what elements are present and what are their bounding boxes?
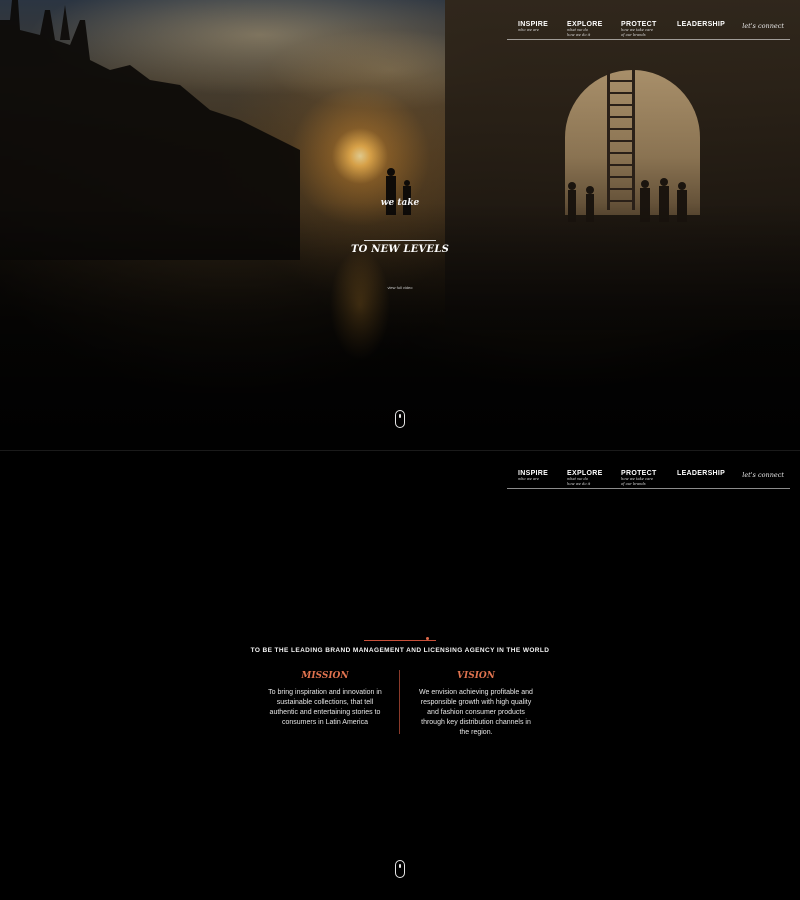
hero-section: we take TO NEW LEVELS view full video IN… bbox=[0, 0, 800, 450]
vision-text: We envision achieving profitable and res… bbox=[406, 688, 546, 738]
nav-label: PROTECT bbox=[621, 470, 657, 477]
accent-divider bbox=[364, 640, 436, 641]
accent-dot bbox=[426, 637, 429, 640]
nav-sub: of our brands bbox=[621, 482, 646, 486]
nav-item-leadership[interactable]: LEADERSHIP bbox=[677, 21, 725, 28]
mission-text: To bring inspiration and innovation in s… bbox=[255, 688, 395, 728]
mission-line: sustainable collections, that tell bbox=[276, 699, 374, 706]
nav-label: LEADERSHIP bbox=[677, 21, 726, 28]
vision-title: VISION bbox=[457, 671, 495, 681]
nav-label: PROTECT bbox=[621, 21, 657, 28]
mouse-scroll-icon[interactable] bbox=[395, 410, 405, 428]
vision-line: We envision achieving profitable and bbox=[419, 689, 533, 696]
nav-sub: who we are bbox=[518, 28, 540, 32]
nav-label: EXPLORE bbox=[567, 21, 603, 28]
lets-connect-link[interactable]: let's connect bbox=[742, 22, 784, 30]
vision-line: the region. bbox=[459, 729, 493, 736]
nav-divider bbox=[507, 488, 790, 489]
nav-item-inspire[interactable]: INSPIRE who we are bbox=[518, 470, 548, 482]
nav-sub: who we are bbox=[518, 477, 540, 481]
nav-label: INSPIRE bbox=[518, 470, 549, 477]
nav-label: INSPIRE bbox=[518, 21, 549, 28]
mouse-scroll-icon[interactable] bbox=[395, 860, 405, 878]
section-headline: TO BE THE LEADING BRAND MANAGEMENT AND L… bbox=[250, 647, 550, 654]
nav-sub: how we do it bbox=[567, 33, 591, 37]
hero-line-1: we take bbox=[380, 198, 420, 208]
nav-sub: how we do it bbox=[567, 482, 591, 486]
column-divider bbox=[399, 670, 400, 734]
nav-item-explore[interactable]: EXPLORE what we do how we do it bbox=[567, 470, 603, 487]
mission-vision-section bbox=[0, 450, 800, 900]
scroll-dot bbox=[399, 414, 401, 418]
nav-item-inspire[interactable]: INSPIRE who we are bbox=[518, 21, 548, 33]
hero-vignette bbox=[0, 0, 800, 450]
nav-item-protect[interactable]: PROTECT how we take care of our brands bbox=[621, 470, 657, 487]
vision-line: and fashion consumer products bbox=[427, 709, 525, 716]
nav-item-explore[interactable]: EXPLORE what we do how we do it bbox=[567, 21, 603, 38]
nav-label: LEADERSHIP bbox=[677, 470, 726, 477]
nav-item-leadership[interactable]: LEADERSHIP bbox=[677, 470, 725, 477]
secondary-nav: INSPIRE who we are EXPLORE what we do ho… bbox=[507, 470, 790, 510]
mission-line: To bring inspiration and innovation in bbox=[268, 689, 382, 696]
mission-title: MISSION bbox=[301, 671, 349, 681]
main-nav: INSPIRE who we are EXPLORE what we do ho… bbox=[507, 21, 790, 61]
view-full-video-link[interactable]: view full video bbox=[370, 285, 430, 290]
nav-item-protect[interactable]: PROTECT how we take care of our brands bbox=[621, 21, 657, 38]
vision-line: through key distribution channels in bbox=[421, 719, 531, 726]
nav-label: EXPLORE bbox=[567, 470, 603, 477]
nav-sub: of our brands bbox=[621, 33, 646, 37]
mission-line: authentic and entertaining stories to bbox=[269, 709, 381, 716]
hero-line-2: TO NEW LEVELS bbox=[351, 244, 449, 255]
hero-divider bbox=[364, 240, 436, 241]
mission-line: consumers in Latin America bbox=[282, 719, 368, 726]
nav-divider bbox=[507, 39, 790, 40]
scroll-dot bbox=[399, 864, 401, 868]
vision-line: responsible growth with high quality bbox=[420, 699, 532, 706]
lets-connect-link[interactable]: let's connect bbox=[742, 471, 784, 479]
